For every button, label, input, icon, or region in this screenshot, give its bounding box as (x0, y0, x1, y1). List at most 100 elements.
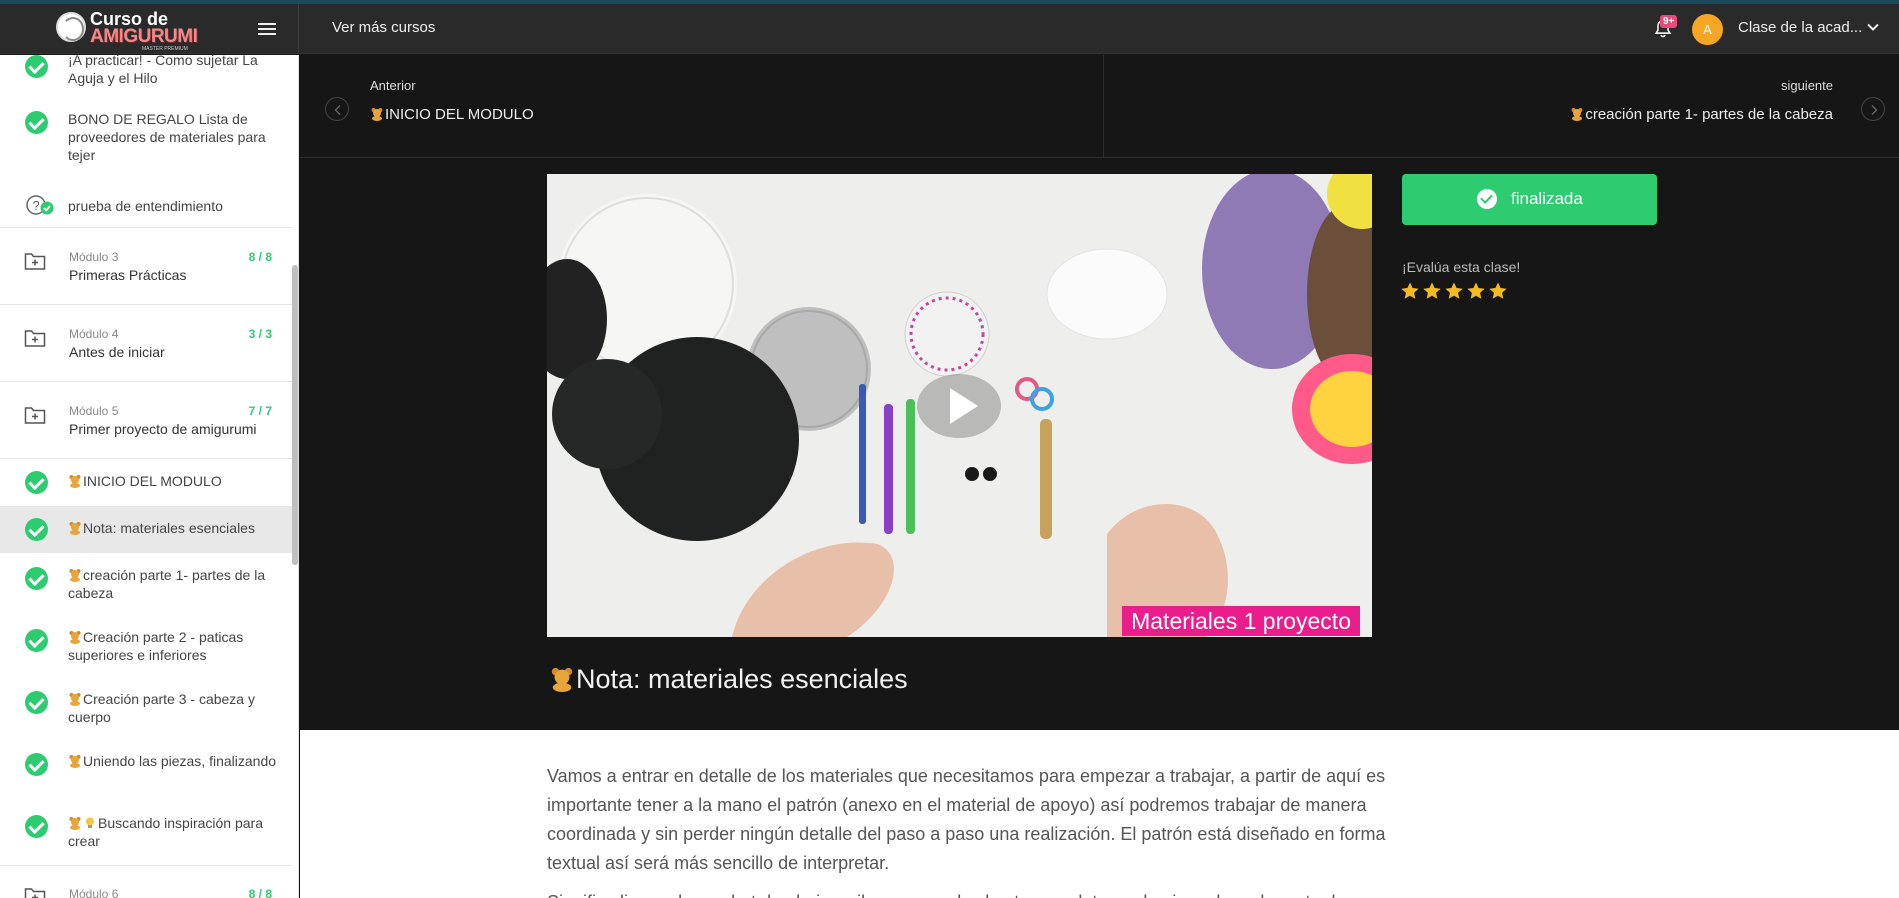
module-label: Módulo 3 (69, 250, 119, 264)
sidebar-lesson-text: Buscando inspiración para crear (68, 814, 278, 850)
chevron-right-icon (1871, 105, 1878, 115)
bear-icon (69, 631, 81, 644)
video-caption: Materiales 1 proyecto (1122, 606, 1360, 636)
module-label: Módulo 6 (69, 887, 119, 898)
sidebar-lesson[interactable]: INICIO DEL MODULO (0, 458, 292, 504)
check-circle-icon (1477, 189, 1497, 209)
check-icon (25, 471, 48, 494)
star-icon[interactable] (1466, 281, 1486, 301)
star-icon[interactable] (1400, 281, 1420, 301)
star-icon[interactable] (1488, 281, 1508, 301)
check-icon (25, 518, 48, 541)
bear-icon (69, 522, 81, 535)
bear-icon (69, 817, 81, 830)
top-bar: Curso de AMIGURUMI MASTER PREMIUM Ver má… (0, 4, 1899, 54)
check-icon (25, 55, 48, 78)
check-icon (25, 567, 48, 590)
check-icon (25, 691, 48, 714)
sidebar-module-6[interactable]: Módulo 6 8 / 8 (0, 865, 292, 898)
sidebar-lesson[interactable]: ¡A practicar! - Como sujetar La Aguja y … (0, 55, 292, 95)
module-title: Antes de iniciar (69, 344, 165, 360)
lesson-title: Nota: materiales esenciales (549, 664, 908, 695)
rate-label: ¡Evalúa esta clase! (1402, 259, 1521, 275)
yarn-ball-icon (56, 12, 86, 42)
notification-badge: 9+ (1660, 15, 1678, 28)
rating-stars[interactable] (1400, 281, 1510, 303)
logo[interactable]: Curso de AMIGURUMI MASTER PREMIUM (56, 8, 198, 52)
play-button-icon[interactable] (917, 374, 1001, 438)
logo-area: Curso de AMIGURUMI MASTER PREMIUM (0, 4, 299, 54)
prev-lesson-button[interactable] (325, 97, 349, 121)
avatar[interactable]: A (1692, 14, 1723, 45)
sidebar-lesson-current[interactable]: Nota: materiales esenciales (0, 506, 292, 553)
sidebar-lesson-label: Uniendo las piezas, finalizando (83, 753, 277, 769)
check-icon (25, 753, 48, 776)
module-title: Primer proyecto de amigurumi (69, 421, 257, 437)
module-label: Módulo 4 (69, 327, 119, 341)
sidebar-module-3[interactable]: Módulo 3 Primeras Prácticas 8 / 8 (0, 227, 292, 303)
quiz-question-icon: ? (26, 195, 54, 215)
sidebar-lesson[interactable]: Creación parte 3 - cabeza y cuerpo (0, 684, 292, 742)
bear-icon (371, 108, 383, 121)
sidebar-lesson[interactable]: ? prueba de entendimiento (0, 188, 292, 228)
nav-divider (1103, 55, 1104, 158)
video-player[interactable]: Materiales 1 proyecto (547, 174, 1372, 637)
sidebar-module-4[interactable]: Módulo 4 Antes de iniciar 3 / 3 (0, 304, 292, 380)
bear-icon (1571, 108, 1583, 121)
sidebar-lesson-label: prueba de entendimiento (68, 198, 223, 214)
module-progress-count: 8 / 8 (248, 250, 272, 264)
hamburger-menu-icon[interactable] (258, 20, 276, 38)
check-icon (25, 815, 48, 838)
course-sidebar: ¡A practicar! - Como sujetar La Aguja y … (0, 55, 299, 898)
prev-lesson-link[interactable]: INICIO DEL MODULO (370, 106, 534, 123)
sidebar-lesson-label: BONO DE REGALO Lista de proveedores de m… (68, 111, 266, 163)
sidebar-lesson[interactable]: creación parte 1- partes de la cabeza (0, 560, 292, 618)
sidebar-lesson-text: creación parte 1- partes de la cabeza (68, 566, 278, 602)
check-icon (25, 111, 48, 134)
sidebar-lesson[interactable]: Creación parte 2 - paticas superiores e … (0, 622, 292, 680)
next-label: siguiente (1780, 78, 1833, 93)
prev-label: Anterior (370, 78, 416, 93)
svg-text:?: ? (33, 198, 40, 213)
bear-icon (551, 667, 573, 692)
module-label: Módulo 5 (69, 404, 119, 418)
next-lesson-button[interactable] (1861, 97, 1885, 121)
chevron-left-icon (334, 105, 341, 115)
module-title: Primeras Prácticas (69, 267, 187, 283)
sidebar-lesson-label: creación parte 1- partes de la cabeza (68, 567, 266, 601)
sidebar-lesson[interactable]: BONO DE REGALO Lista de proveedores de m… (0, 105, 292, 163)
prev-lesson-title: INICIO DEL MODULO (385, 106, 534, 123)
logo-line3: MASTER PREMIUM (142, 46, 188, 52)
ver-mas-cursos-link[interactable]: Ver más cursos (332, 19, 435, 36)
next-lesson-link[interactable]: creación parte 1- partes de la cabeza (1570, 106, 1833, 123)
sidebar-lesson-label: ¡A practicar! - Como sujetar La Aguja y … (68, 55, 258, 86)
lesson-paragraph: Vamos a entrar en detalle de los materia… (547, 766, 1386, 873)
bear-icon (69, 755, 81, 768)
sidebar-lesson-label: Creación parte 2 - paticas superiores e … (68, 629, 244, 663)
chevron-down-icon[interactable] (1866, 20, 1880, 34)
bear-icon (69, 475, 81, 488)
sidebar-lesson-text: Nota: materiales esenciales (68, 519, 278, 537)
sidebar-module-5[interactable]: Módulo 5 Primer proyecto de amigurumi 7 … (0, 381, 292, 457)
sidebar-lesson-text: Creación parte 3 - cabeza y cuerpo (68, 690, 278, 726)
finalizada-button[interactable]: finalizada (1402, 174, 1657, 225)
sidebar-scrollbar[interactable] (292, 265, 298, 565)
sidebar-lesson-label: Nota: materiales esenciales (83, 520, 255, 536)
lightbulb-icon (86, 817, 94, 828)
folder-plus-icon (24, 330, 46, 347)
user-menu-label[interactable]: Clase de la acad... (1738, 19, 1862, 36)
star-icon[interactable] (1422, 281, 1442, 301)
sidebar-lesson-text: Uniendo las piezas, finalizando (68, 752, 278, 770)
logo-line2: AMIGURUMI (90, 26, 198, 47)
module-progress-count: 3 / 3 (248, 327, 272, 341)
folder-plus-icon (24, 888, 46, 898)
sidebar-lesson[interactable]: Uniendo las piezas, finalizando (0, 746, 292, 804)
lesson-content: Vamos a entrar en detalle de los materia… (300, 730, 1899, 898)
module-progress-count: 8 / 8 (248, 887, 272, 898)
star-icon[interactable] (1444, 281, 1464, 301)
sidebar-lesson[interactable]: Buscando inspiración para crear (0, 808, 292, 866)
bear-icon (69, 569, 81, 582)
bear-icon (69, 693, 81, 706)
sidebar-lesson-label: INICIO DEL MODULO (83, 473, 222, 489)
sidebar-lesson-text: Creación parte 2 - paticas superiores e … (68, 628, 278, 664)
